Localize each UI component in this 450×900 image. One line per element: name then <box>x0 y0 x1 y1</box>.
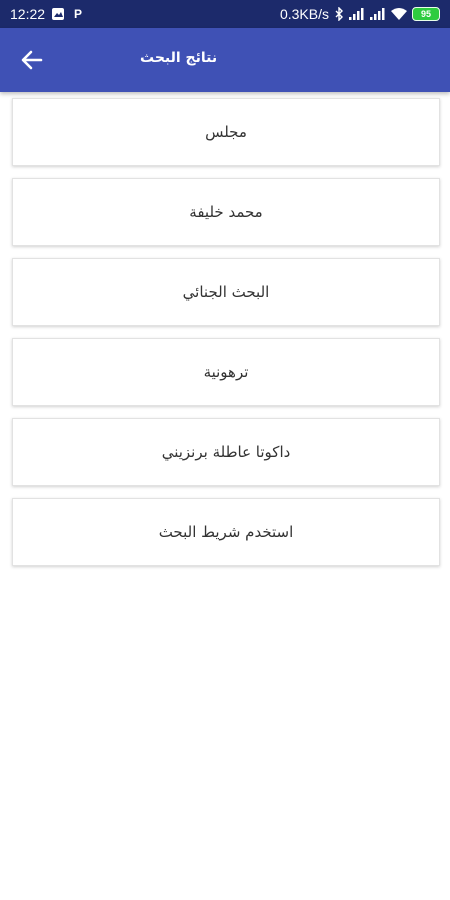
results-list: مجلس محمد خليفة البحث الجنائي ترهونية دا… <box>12 98 440 578</box>
signal-icon <box>370 8 386 20</box>
network-speed: 0.3KB/s <box>279 6 329 22</box>
signal-icon <box>349 8 365 20</box>
p-icon: P <box>74 7 83 21</box>
result-item-tarhouni[interactable]: ترهونية <box>12 338 440 406</box>
photo-icon <box>51 7 65 21</box>
result-label: ترهونية <box>203 363 249 381</box>
result-item-council[interactable]: مجلس <box>12 98 440 166</box>
status-left: 12:22 P <box>10 6 85 22</box>
arrow-left-icon <box>21 50 43 70</box>
result-label: استخدم شريط البحث <box>158 523 294 541</box>
battery-icon: 95 <box>412 7 440 21</box>
status-right: 0.3KB/s 95 <box>280 6 440 22</box>
result-label: داكوتا عاطلة برنزيني <box>161 443 291 461</box>
back-button[interactable] <box>18 46 46 74</box>
status-bar: 12:22 P 0.3KB/s 95 <box>0 0 450 28</box>
page-title: نتائج البحث <box>140 50 218 66</box>
result-item-use-search-bar[interactable]: استخدم شريط البحث <box>12 498 440 566</box>
result-label: البحث الجنائي <box>182 283 270 301</box>
result-item-mohamed-khalifa[interactable]: محمد خليفة <box>12 178 440 246</box>
status-time: 12:22 <box>10 6 46 22</box>
wifi-icon <box>391 8 407 20</box>
bluetooth-icon <box>334 7 344 21</box>
result-item-dakota[interactable]: داكوتا عاطلة برنزيني <box>12 418 440 486</box>
result-label: مجلس <box>205 123 247 141</box>
app-bar: نتائج البحث <box>0 28 450 92</box>
result-label: محمد خليفة <box>189 203 263 221</box>
result-item-criminal-investigation[interactable]: البحث الجنائي <box>12 258 440 326</box>
